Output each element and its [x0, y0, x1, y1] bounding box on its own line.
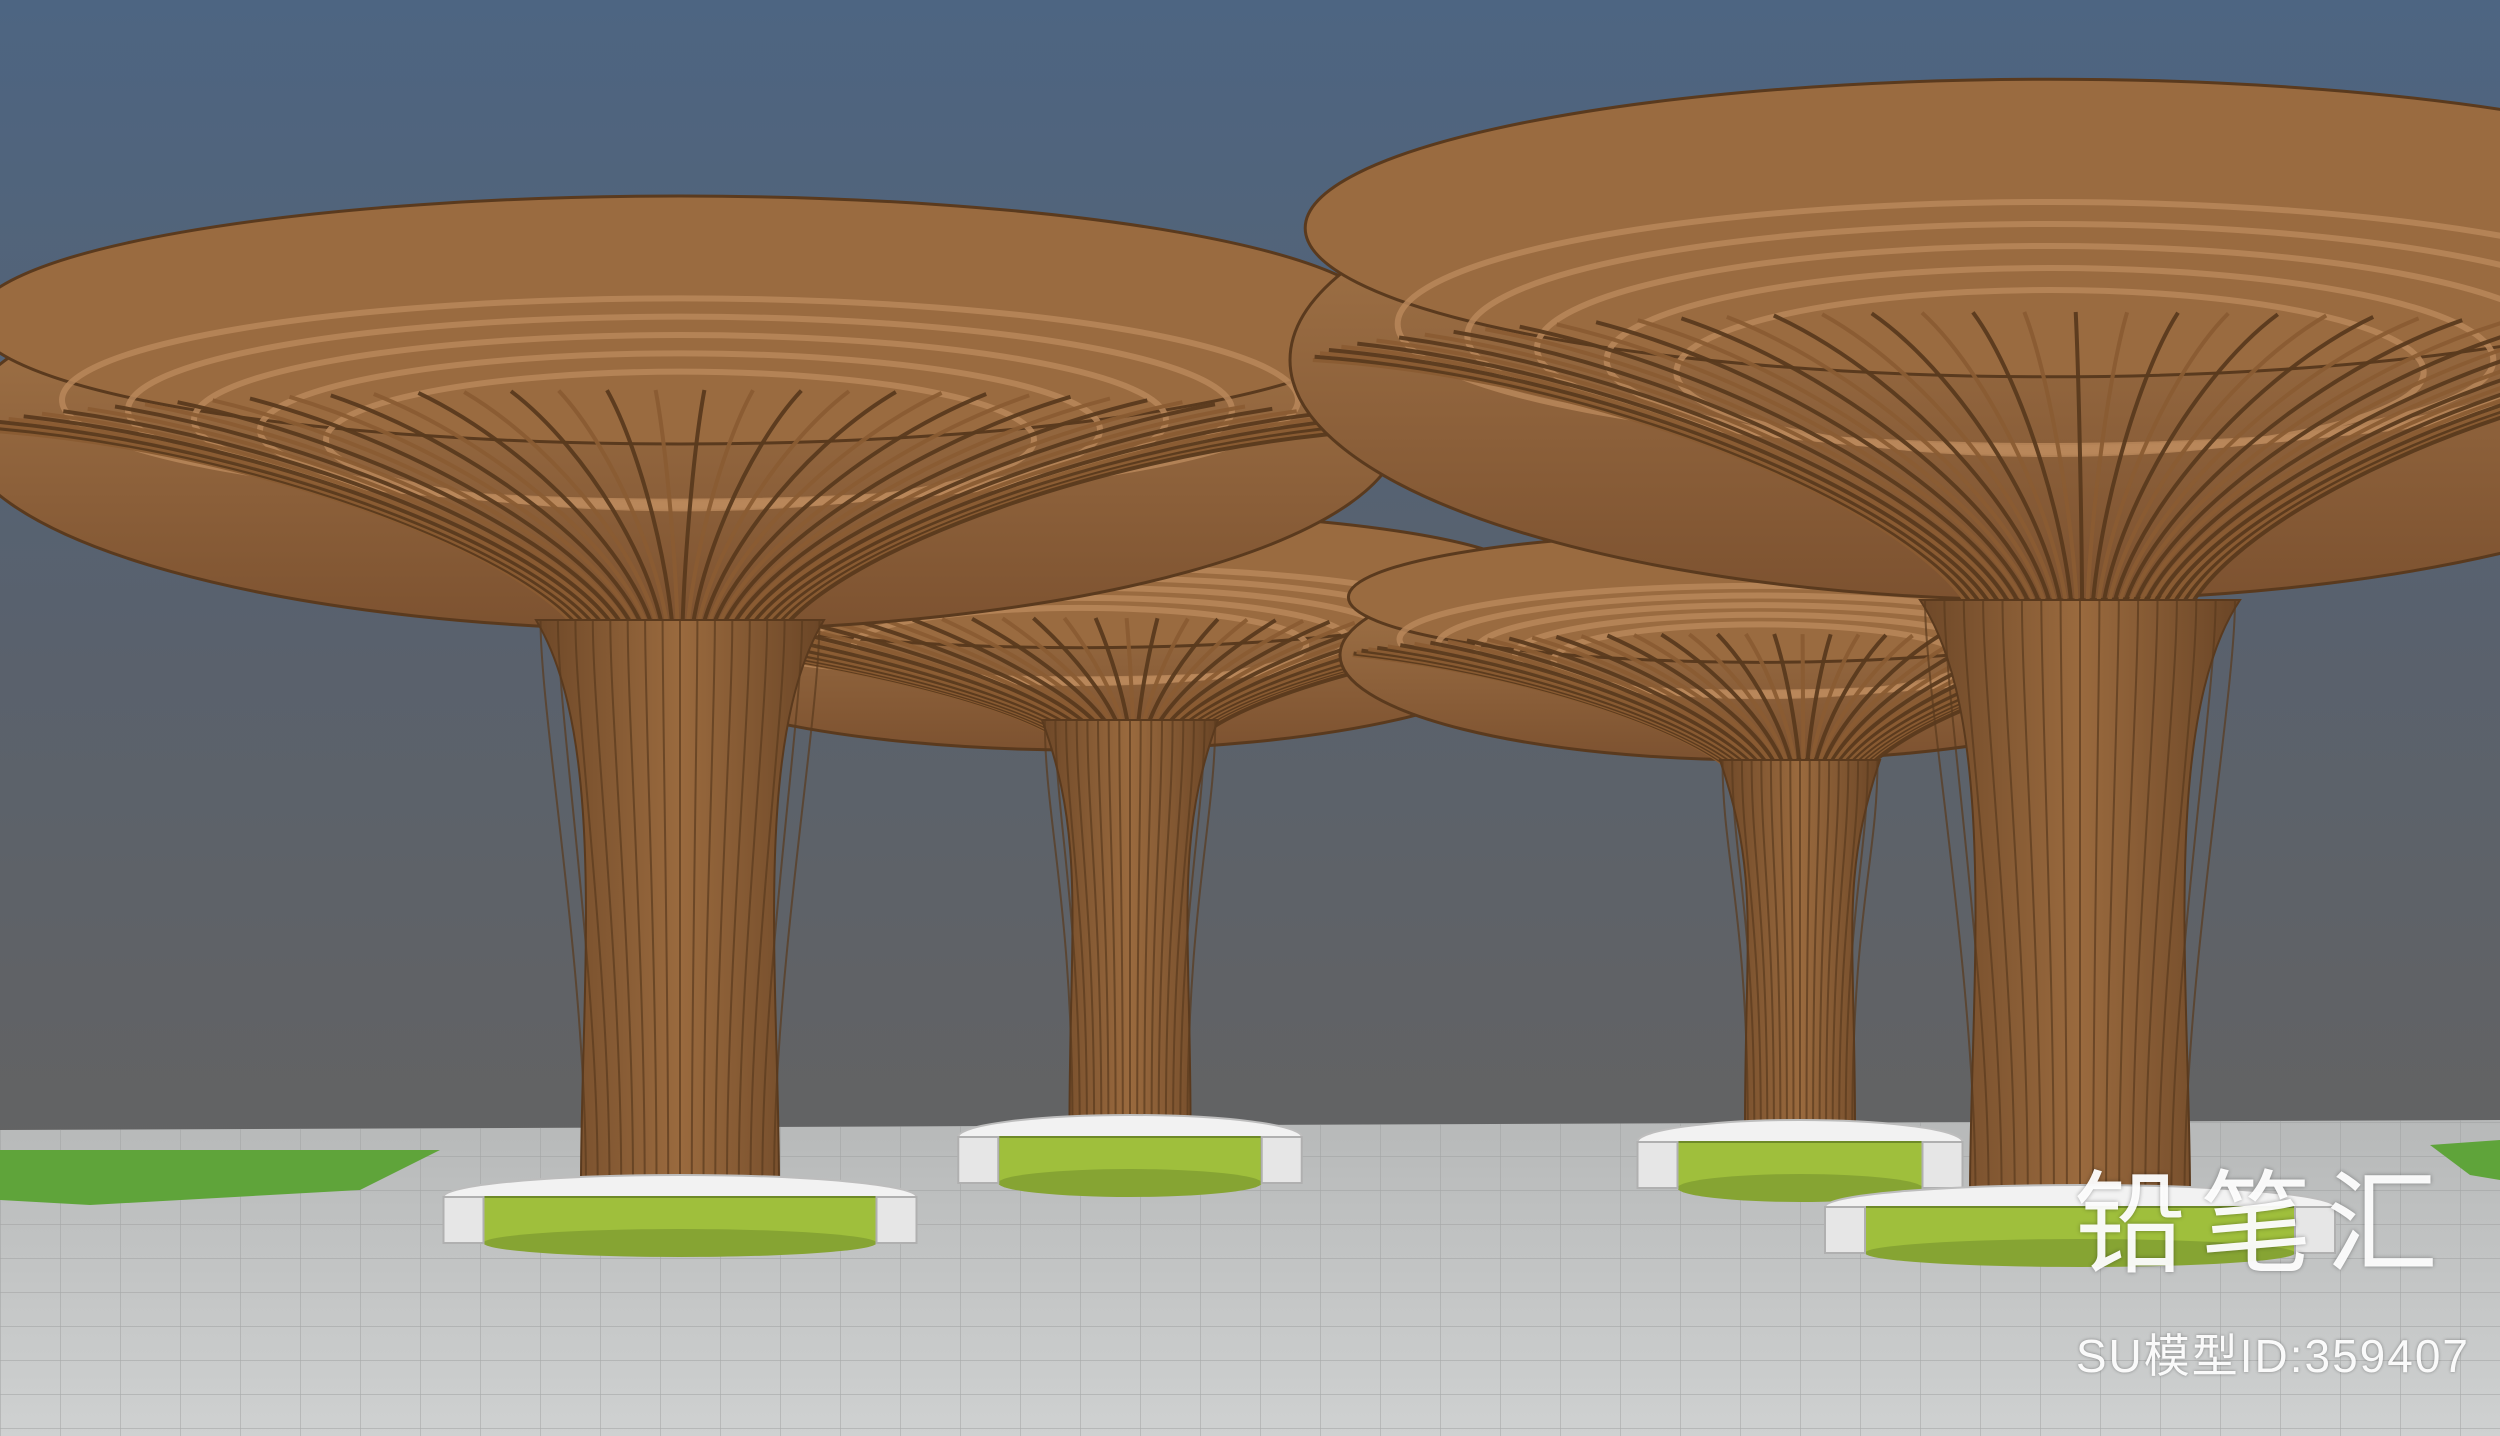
scene: 铅笔汇 SU模型ID:359407 — [0, 0, 2500, 1436]
tree-planter — [957, 1114, 1303, 1197]
watermark-model-id: SU模型ID:359407 — [2075, 1330, 2470, 1382]
watermark-brand: 铅笔汇 — [2074, 1160, 2452, 1290]
tree-planter — [442, 1174, 918, 1257]
